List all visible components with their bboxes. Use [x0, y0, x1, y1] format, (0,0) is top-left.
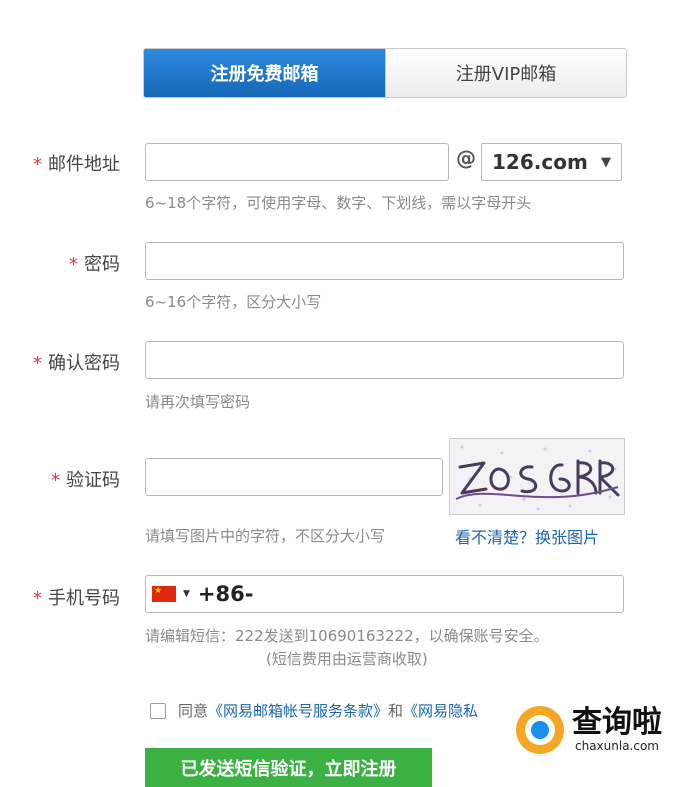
- register-tabs: 注册免费邮箱 注册VIP邮箱: [143, 48, 627, 98]
- confirm-password-hint: 请再次填写密码: [145, 393, 251, 411]
- email-domain-select[interactable]: 126.com ▼: [481, 143, 622, 181]
- password-label-text: 密码: [84, 254, 120, 275]
- confirm-password-label: * 确认密码: [0, 349, 120, 375]
- phone-label-text: 手机号码: [48, 588, 120, 609]
- phone-prefix: ★ ▼ +86-: [146, 576, 623, 612]
- watermark-subtitle: chaxunla.com: [575, 739, 659, 753]
- agreement-prefix: 同意: [178, 702, 209, 720]
- password-input[interactable]: [145, 242, 624, 280]
- tab-free-email[interactable]: 注册免费邮箱: [144, 49, 385, 97]
- captcha-input[interactable]: [145, 458, 443, 496]
- register-submit-button[interactable]: 已发送短信验证，立即注册: [145, 748, 432, 787]
- captcha-noise-graphic: [450, 439, 624, 514]
- required-mark: *: [51, 470, 60, 491]
- captcha-label: * 验证码: [0, 466, 120, 492]
- confirm-password-label-text: 确认密码: [48, 353, 120, 374]
- chevron-down-icon[interactable]: ▼: [183, 589, 190, 599]
- required-mark: *: [69, 254, 78, 275]
- search-icon: [516, 706, 564, 754]
- email-domain-value: 126.com: [492, 150, 588, 174]
- china-flag-icon[interactable]: ★: [152, 586, 176, 602]
- email-label: * 邮件地址: [0, 150, 120, 176]
- email-label-text: 邮件地址: [48, 154, 120, 175]
- required-mark: *: [33, 154, 42, 175]
- tab-vip-email[interactable]: 注册VIP邮箱: [385, 49, 626, 97]
- captcha-label-text: 验证码: [66, 470, 120, 491]
- privacy-link[interactable]: 《网易隐私: [403, 702, 478, 720]
- required-mark: *: [33, 588, 42, 609]
- password-hint: 6~16个字符，区分大小写: [145, 293, 322, 311]
- agreement-and: 和: [388, 702, 404, 720]
- phone-hint-sms: 请编辑短信：222发送到10690163222，以确保账号安全。: [145, 627, 549, 645]
- agreement-checkbox[interactable]: [150, 703, 166, 719]
- captcha-image[interactable]: [449, 438, 625, 515]
- captcha-hint: 请填写图片中的字符，不区分大小写: [145, 527, 386, 545]
- phone-label: * 手机号码: [0, 584, 120, 610]
- terms-link[interactable]: 《网易邮箱帐号服务条款》: [208, 702, 388, 720]
- watermark-logo: 查询啦 chaxunla.com: [516, 706, 662, 754]
- confirm-password-input[interactable]: [145, 341, 624, 379]
- refresh-captcha-link[interactable]: 看不清楚？换张图片: [455, 524, 599, 548]
- at-sign: @: [456, 146, 476, 170]
- email-input[interactable]: [145, 143, 449, 181]
- agreement-text: 同意《网易邮箱帐号服务条款》和《网易隐私: [178, 700, 478, 721]
- password-label: * 密码: [0, 250, 120, 276]
- email-hint: 6~18个字符，可使用字母、数字、下划线，需以字母开头: [145, 194, 532, 212]
- country-code: +86-: [197, 582, 254, 606]
- watermark-title: 查询啦: [572, 705, 662, 740]
- required-mark: *: [33, 353, 42, 374]
- chevron-down-icon: ▼: [601, 154, 611, 170]
- phone-input[interactable]: ★ ▼ +86-: [145, 575, 624, 613]
- phone-hint-fee: (短信费用由运营商收取): [266, 650, 428, 668]
